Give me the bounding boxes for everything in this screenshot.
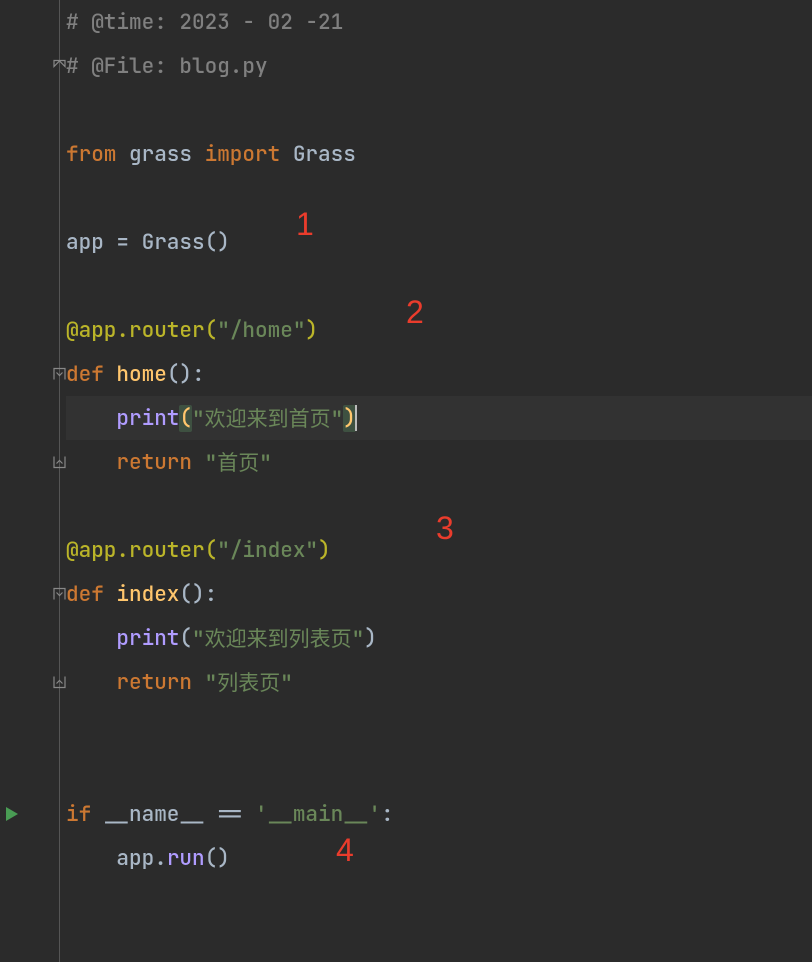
code-line[interactable]: return "首页" (66, 440, 812, 484)
code-line[interactable] (66, 88, 812, 132)
editor-gutter (0, 0, 66, 962)
fold-start-icon[interactable] (53, 368, 66, 381)
code-line[interactable] (66, 748, 812, 792)
code-line[interactable]: print("欢迎来到列表页") (66, 616, 812, 660)
code-editor[interactable]: # @time: 2023 - 02 -21 # @File: blog.py … (0, 0, 812, 962)
comment-text: # @time: 2023 - 02 -21 (66, 9, 343, 36)
fold-end-icon[interactable] (53, 60, 66, 73)
code-line[interactable]: # @File: blog.py (66, 44, 812, 88)
code-line[interactable]: return "列表页" (66, 660, 812, 704)
code-line[interactable]: app = Grass() (66, 220, 812, 264)
code-line[interactable] (66, 264, 812, 308)
code-line[interactable]: def home(): (66, 352, 812, 396)
code-line[interactable] (66, 704, 812, 748)
code-line[interactable]: @app.router("/home") (66, 308, 812, 352)
fold-end-icon[interactable] (53, 456, 66, 469)
run-gutter-icon[interactable] (4, 805, 20, 823)
code-line[interactable]: @app.router("/index") (66, 528, 812, 572)
code-area[interactable]: # @time: 2023 - 02 -21 # @File: blog.py … (66, 0, 812, 962)
code-line-active[interactable]: print("欢迎来到首页") (66, 396, 812, 440)
code-line[interactable]: from grass import Grass (66, 132, 812, 176)
code-line[interactable]: def index(): (66, 572, 812, 616)
code-line[interactable]: app.run() (66, 836, 812, 880)
text-caret (355, 405, 357, 431)
code-line[interactable] (66, 484, 812, 528)
code-line[interactable] (66, 176, 812, 220)
code-line[interactable] (66, 924, 812, 962)
fold-start-icon[interactable] (53, 588, 66, 601)
fold-end-icon[interactable] (53, 676, 66, 689)
comment-text: # @File: blog.py (66, 53, 268, 80)
code-line[interactable] (66, 880, 812, 924)
code-line[interactable]: # @time: 2023 - 02 -21 (66, 0, 812, 44)
code-line[interactable]: if __name__ == '__main__': (66, 792, 812, 836)
